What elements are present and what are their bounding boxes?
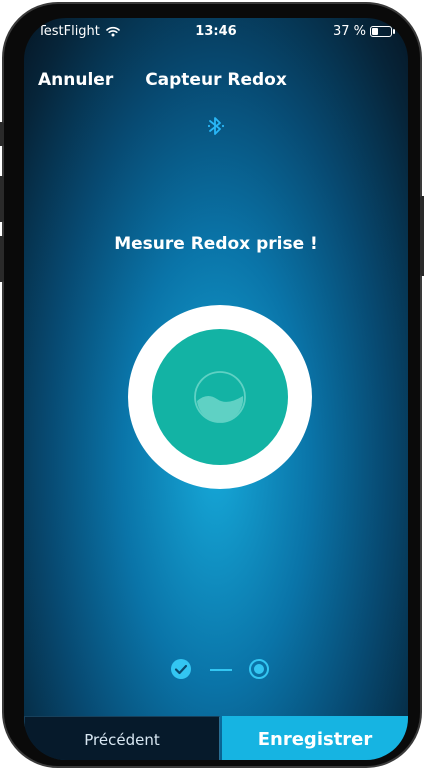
step-connector [210,669,232,671]
step-progress [24,658,408,682]
bluetooth-icon [207,117,225,135]
battery-fill [372,28,378,35]
measurement-status-message: Mesure Redox prise ! [114,234,318,254]
previous-button[interactable]: Précédent [24,716,220,760]
side-button-silent [0,122,4,146]
save-button[interactable]: Enregistrer [222,716,408,760]
footer-actions: Précédent Enregistrer [24,716,408,760]
battery-percentage: 37 % [332,24,366,39]
sensor-indicator-ring [128,305,312,489]
battery-icon [370,26,395,37]
screen: TestFlight 13:46 37 % Annuler Capteur Re… [24,18,408,760]
status-bar: TestFlight 13:46 37 % [24,18,408,46]
check-circle-icon [171,659,191,679]
nav-bar: Annuler Capteur Redox [24,70,408,100]
side-button-volume-down [0,236,4,282]
sensor-indicator-disc [152,329,288,465]
side-button-volume-up [0,176,4,222]
status-right: 37 % [332,24,395,39]
page-title: Capteur Redox [145,70,287,90]
phone-frame: TestFlight 13:46 37 % Annuler Capteur Re… [0,2,424,768]
water-wave-icon [194,371,246,423]
side-button-power [420,196,424,276]
radio-selected-icon [249,659,269,679]
